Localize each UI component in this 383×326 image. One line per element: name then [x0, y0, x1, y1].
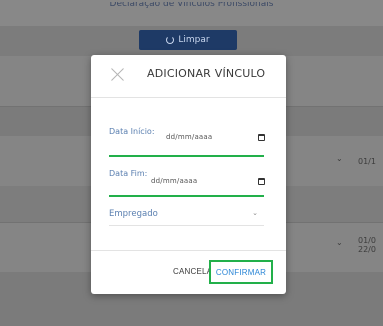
chevron-down-icon[interactable]: ⌄ [336, 154, 343, 163]
calendar-icon[interactable] [258, 134, 265, 141]
add-vinculo-dialog: ADICIONAR VÍNCULO Data Início: dd/mm/aaa… [91, 55, 286, 294]
tipo-vinculo-value: Empregado [109, 209, 158, 219]
bg-page-heading: Declaração de Vínculos Profissionais [109, 2, 274, 9]
data-inicio-input[interactable]: dd/mm/aaaa [166, 133, 212, 141]
bg-row-date: 01/0 [358, 236, 376, 245]
refresh-icon [166, 36, 175, 44]
data-inicio-field[interactable]: Data Início: dd/mm/aaaa [109, 127, 265, 159]
calendar-icon[interactable] [258, 178, 265, 185]
data-fim-input[interactable]: dd/mm/aaaa [151, 177, 197, 185]
data-inicio-label: Data Início: [109, 127, 155, 136]
select-underline [109, 225, 264, 226]
data-inicio-underline [109, 155, 264, 157]
limpar-label: Limpar [178, 35, 210, 45]
data-fim-label: Data Fim: [109, 169, 148, 178]
data-fim-underline [109, 195, 264, 197]
tipo-vinculo-select[interactable]: Empregado ⌄ [109, 205, 264, 227]
dialog-footer-divider [91, 250, 286, 251]
dialog-header-divider [91, 97, 286, 98]
chevron-down-icon[interactable]: ⌄ [336, 238, 343, 247]
confirm-button[interactable]: CONFIRMAR [209, 260, 273, 284]
close-icon[interactable] [111, 67, 125, 81]
dialog-title: ADICIONAR VÍNCULO [147, 67, 266, 80]
chevron-down-icon[interactable]: ⌄ [252, 209, 258, 217]
bg-row-date: 01/1 [358, 157, 376, 166]
data-fim-field[interactable]: Data Fim: dd/mm/aaaa [109, 169, 265, 201]
bg-row-date: 22/0 [358, 245, 376, 254]
limpar-button[interactable]: Limpar [139, 30, 237, 50]
dialog-header: ADICIONAR VÍNCULO [91, 55, 286, 97]
